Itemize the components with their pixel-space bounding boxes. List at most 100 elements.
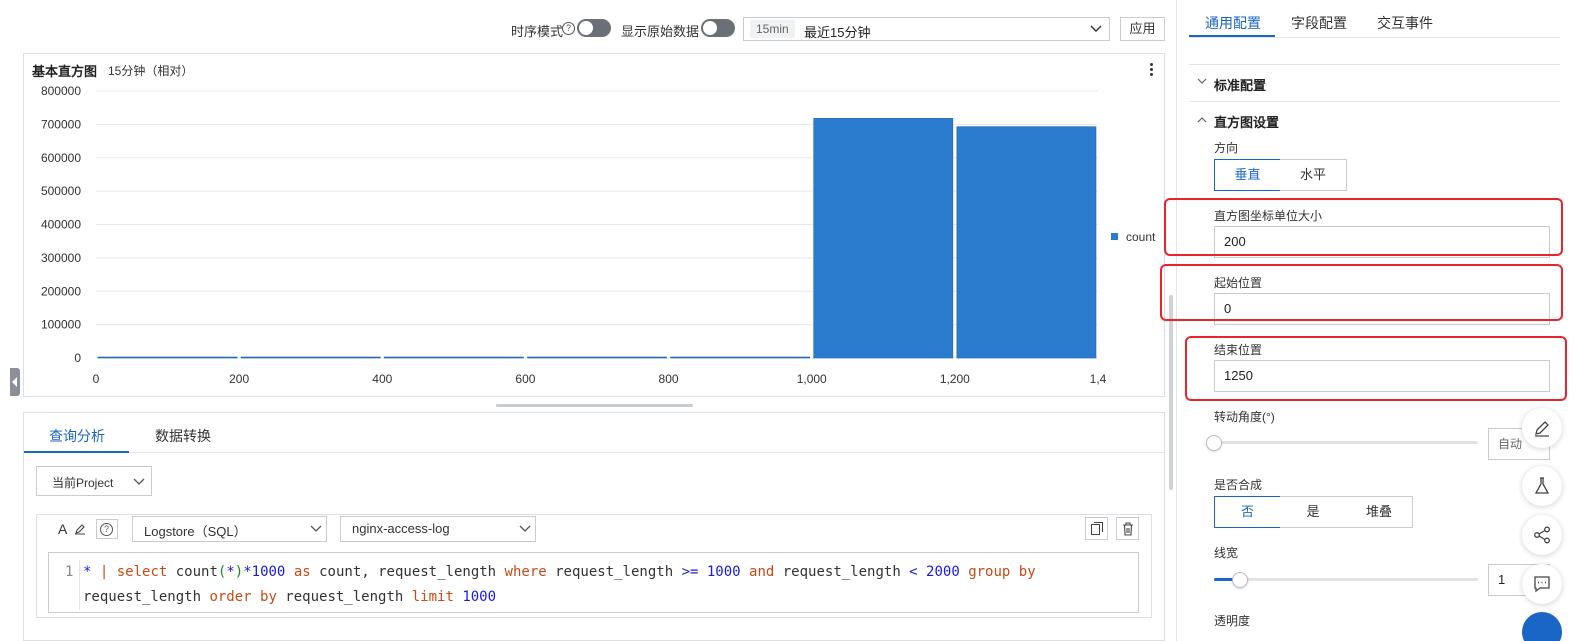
copy-icon — [1091, 522, 1103, 535]
histogram-settings-title[interactable]: 直方图设置 — [1214, 112, 1279, 131]
stack-yes-option[interactable]: 是 — [1280, 496, 1347, 528]
line-width-label: 线宽 — [1214, 546, 1239, 560]
help-icon: ? — [100, 523, 113, 536]
feedback-float-button[interactable] — [1522, 564, 1562, 604]
stack-no-option[interactable]: 否 — [1214, 496, 1281, 528]
font-icon[interactable]: A — [58, 521, 67, 537]
x-tick-label: 1,4 — [1090, 372, 1107, 386]
chevron-up-icon[interactable] — [1197, 116, 1207, 123]
histogram-bar — [956, 126, 1097, 359]
stack-stacked-option[interactable]: 堆叠 — [1346, 496, 1413, 528]
y-tick-label: 800000 — [41, 84, 81, 98]
copy-button[interactable] — [1085, 517, 1108, 540]
help-icon[interactable]: ? — [562, 22, 575, 35]
legend-swatch — [1111, 233, 1118, 240]
edit-float-button[interactable] — [1522, 408, 1562, 448]
delete-button[interactable] — [1116, 517, 1139, 540]
x-tick-label: 400 — [372, 372, 392, 386]
share-icon — [1534, 526, 1550, 544]
gutter-divider — [79, 560, 80, 610]
highlight-box — [1164, 198, 1563, 256]
time-range-select[interactable]: 15min 最近15分钟 — [743, 17, 1110, 41]
section-divider — [1189, 101, 1560, 102]
section-divider — [1189, 64, 1560, 65]
tab-interaction-events[interactable]: 交互事件 — [1377, 13, 1433, 33]
legend-label: count — [1126, 230, 1156, 244]
chevron-down-icon[interactable] — [1197, 78, 1207, 85]
pencil-icon — [1535, 421, 1549, 437]
tabs-divider — [1189, 37, 1560, 38]
chart-title: 基本直方图 — [32, 64, 98, 79]
share-float-button[interactable] — [1522, 515, 1562, 555]
timeseries-toggle[interactable] — [577, 19, 611, 37]
y-tick-label: 700000 — [41, 117, 81, 131]
edit-icon[interactable] — [74, 523, 86, 535]
logstore-name-value: nginx-access-log — [352, 521, 450, 536]
x-tick-label: 1,200 — [940, 372, 970, 386]
project-select-value: 当前Project — [52, 476, 114, 490]
histogram-bar — [813, 118, 954, 359]
raw-data-toggle[interactable] — [701, 19, 735, 37]
tab-field-config[interactable]: 字段配置 — [1291, 13, 1347, 33]
logstore-type-value: Logstore（SQL） — [144, 524, 247, 539]
logstore-type-select[interactable]: Logstore（SQL） — [132, 516, 327, 542]
raw-data-label: 显示原始数据 — [621, 24, 700, 39]
resize-handle[interactable] — [496, 404, 693, 407]
standard-config-title[interactable]: 标准配置 — [1214, 75, 1266, 94]
histogram-bar — [97, 356, 238, 359]
highlight-box — [1160, 264, 1563, 321]
sql-editor[interactable]: 1 * | select count(*)*1000 as count, req… — [48, 552, 1139, 613]
apply-button[interactable]: 应用 — [1120, 17, 1165, 41]
active-tab-indicator — [24, 451, 129, 453]
rotate-slider-track[interactable] — [1214, 441, 1478, 444]
chevron-down-icon — [519, 525, 531, 532]
project-select[interactable]: 当前Project — [36, 466, 152, 496]
direction-label: 方向 — [1214, 141, 1239, 155]
y-tick-label: 600000 — [41, 151, 81, 165]
x-tick-label: 0 — [93, 372, 100, 386]
direction-horizontal-option[interactable]: 水平 — [1280, 159, 1347, 191]
message-icon — [1534, 576, 1550, 593]
line-width-slider-thumb[interactable] — [1232, 572, 1248, 588]
logstore-name-select[interactable]: nginx-access-log — [340, 516, 536, 542]
direction-vertical-option[interactable]: 垂直 — [1214, 159, 1281, 191]
histogram-bar — [240, 356, 381, 359]
x-tick-label: 600 — [515, 372, 535, 386]
active-tab-indicator — [1189, 35, 1275, 37]
highlight-box — [1185, 336, 1567, 401]
histogram-bar — [527, 356, 667, 359]
collapse-sidebar-handle[interactable] — [10, 368, 20, 396]
gutter: 1 — [49, 553, 79, 612]
chevron-down-icon — [133, 478, 145, 485]
y-tick-label: 400000 — [41, 218, 81, 232]
trash-icon — [1123, 522, 1133, 536]
tab-data-transform[interactable]: 数据转换 — [155, 426, 211, 446]
stack-label: 是否合成 — [1214, 478, 1263, 492]
x-tick-label: 200 — [229, 372, 249, 386]
histogram-chart: 0 100000 200000 300000 400000 500000 600000 700… — [41, 84, 1156, 386]
y-tick-label: 300000 — [41, 251, 81, 265]
chevron-down-icon — [1090, 25, 1102, 32]
tab-query-analysis[interactable]: 查询分析 — [49, 426, 105, 446]
time-range-value: 最近15分钟 — [804, 25, 871, 40]
y-tick-label: 500000 — [41, 184, 81, 198]
rotate-slider-thumb[interactable] — [1206, 435, 1222, 451]
histogram-bar — [670, 356, 811, 359]
timeseries-mode-label: 时序模式 — [511, 24, 564, 39]
scrollbar[interactable] — [1169, 295, 1173, 490]
histogram-bar — [383, 356, 524, 359]
help-button[interactable]: ? — [96, 519, 118, 539]
chart-subtitle: 15分钟（相对） — [108, 64, 194, 78]
line-width-slider-track[interactable] — [1214, 578, 1478, 581]
tabs-divider — [24, 452, 1164, 453]
time-tag: 15min — [750, 20, 795, 38]
lab-float-button[interactable] — [1522, 466, 1562, 506]
opacity-label: 透明度 — [1214, 614, 1251, 628]
tab-general-config[interactable]: 通用配置 — [1205, 13, 1261, 33]
line-number: 1 — [65, 564, 74, 580]
y-tick-label: 0 — [74, 351, 81, 365]
rotate-angle-label: 转动角度(°) — [1214, 410, 1275, 424]
flask-icon — [1534, 477, 1550, 494]
sql-text: * | select count(*)*1000 as count, reque… — [83, 564, 1036, 605]
more-menu-icon[interactable] — [1150, 63, 1153, 78]
